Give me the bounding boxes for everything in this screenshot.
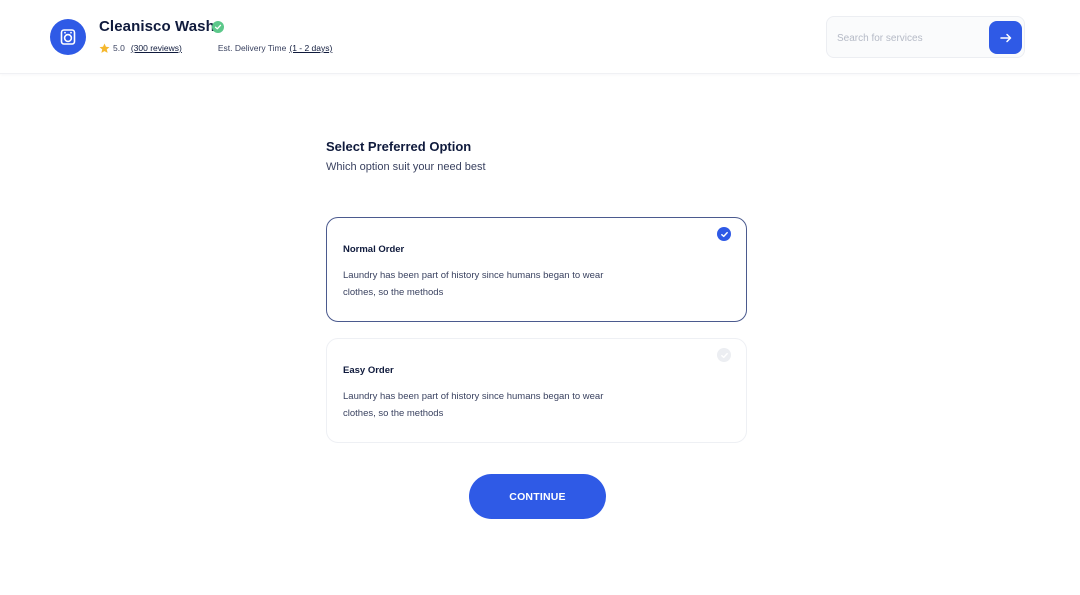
delivery-label: Est. Delivery Time: [217, 43, 287, 53]
check-icon: [720, 231, 728, 237]
option-easy-order[interactable]: Easy Order Laundry has been part of hist…: [326, 338, 747, 443]
search-box: [826, 16, 1025, 58]
washing-machine-icon: [60, 29, 76, 45]
page-title: Select Preferred Option: [326, 139, 472, 154]
delivery-value-link[interactable]: (1 - 2 days): [289, 43, 332, 53]
brand-name: Cleanisco Wash: [99, 18, 215, 35]
search-submit-button[interactable]: [989, 21, 1022, 54]
option-description: Laundry has been part of history since h…: [343, 270, 604, 298]
brand-meta: 5.0 (300 reviews) Est. Delivery Time (1 …: [99, 42, 332, 54]
arrow-right-icon: [999, 33, 1011, 42]
option-description: Laundry has been part of history since h…: [343, 391, 604, 419]
rating-value: 5.0: [113, 43, 125, 53]
verified-badge: [212, 21, 224, 33]
check-badge-icon: [214, 24, 222, 30]
brand-logo[interactable]: [50, 19, 86, 55]
check-icon: [720, 352, 728, 358]
reviews-link[interactable]: (300 reviews): [131, 43, 182, 53]
option-normal-order[interactable]: Normal Order Laundry has been part of hi…: [326, 217, 747, 322]
page-subtitle: Which option suit your need best: [326, 161, 486, 173]
option-radio-selected[interactable]: [717, 227, 731, 241]
option-radio-unselected[interactable]: [717, 348, 731, 362]
option-title: Easy Order: [343, 365, 394, 376]
search-input[interactable]: [837, 29, 977, 47]
continue-button[interactable]: CONTINUE: [469, 474, 606, 519]
top-header: Cleanisco Wash 5.0 (300 reviews) Est. De…: [0, 0, 1080, 74]
option-title: Normal Order: [343, 244, 405, 255]
star-icon: [99, 43, 110, 53]
